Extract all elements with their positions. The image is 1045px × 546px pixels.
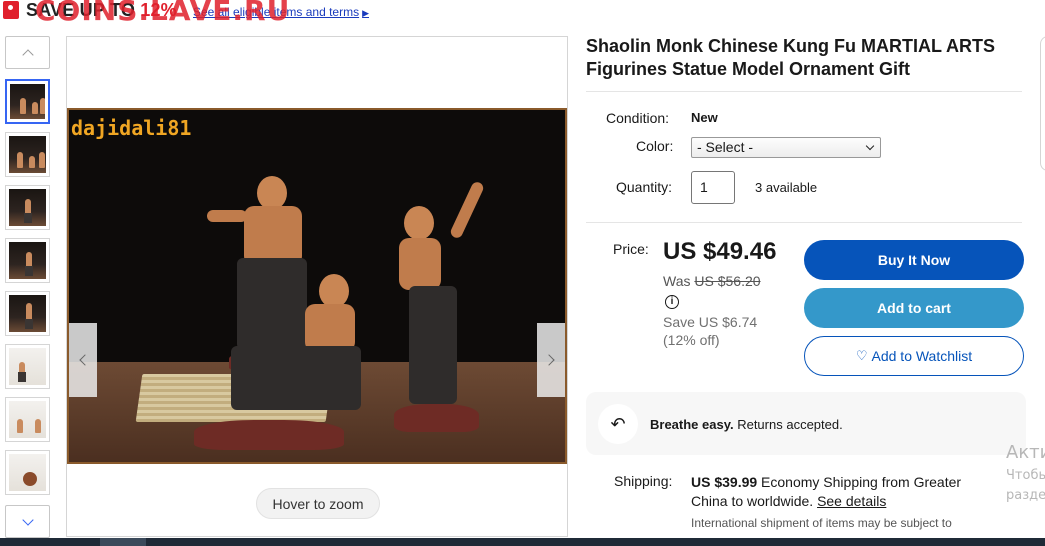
add-to-cart-button[interactable]: Add to cart: [804, 288, 1024, 328]
windows-activation-line-1: Акти: [1006, 442, 1045, 463]
quantity-label: Quantity:: [616, 179, 673, 195]
sale-tag-icon: [3, 1, 19, 19]
condition-value: New: [691, 110, 718, 125]
thumbnail-image: [9, 189, 46, 226]
thumbnail-4[interactable]: [5, 238, 50, 283]
main-image-viewer[interactable]: dajidali81 Hover to zoom: [66, 36, 568, 537]
thumbnail-6[interactable]: [5, 344, 50, 389]
thumbs-scroll-up-button[interactable]: [5, 36, 50, 69]
add-to-watchlist-button[interactable]: ♡ Add to Watchlist: [804, 336, 1024, 376]
quantity-input[interactable]: 1: [691, 171, 735, 204]
thumbnail-strip: [5, 36, 50, 538]
thumbnail-image: [9, 242, 46, 279]
buy-it-now-button[interactable]: Buy It Now: [804, 240, 1024, 280]
savings-note: Save US $6.74 (12% off): [663, 314, 758, 348]
taskbar-item[interactable]: [100, 538, 146, 546]
side-panel-edge: [1040, 36, 1045, 171]
chevron-right-icon: [543, 354, 555, 366]
heart-icon: ♡: [855, 348, 868, 363]
price-value: US $49.46: [663, 238, 777, 265]
thumbnail-7[interactable]: [5, 397, 50, 442]
thumbnail-image: [9, 348, 46, 385]
available-count: 3 available: [755, 180, 818, 195]
returns-banner: ↶ Breathe easy. Returns accepted.: [586, 392, 1026, 455]
return-arrow-icon: ↶: [598, 404, 638, 444]
thumbnail-image: [9, 295, 46, 332]
price-label: Price:: [613, 241, 649, 257]
shipping-details: US $39.99 Economy Shipping from Greater …: [691, 474, 962, 509]
thumbnail-image: [10, 84, 45, 119]
windows-activation-line-2: Чтобы: [1006, 468, 1045, 483]
product-photo: dajidali81: [67, 108, 567, 464]
chevron-down-icon: [865, 141, 875, 151]
site-watermark: COINS.LAVE.RU: [35, 0, 291, 27]
divider: [586, 91, 1022, 92]
chevron-left-icon: [79, 354, 91, 366]
shipping-label: Shipping:: [614, 473, 673, 489]
thumbnail-3[interactable]: [5, 185, 50, 230]
thumbnail-2[interactable]: [5, 132, 50, 177]
thumbs-scroll-down-button[interactable]: [5, 505, 50, 538]
chevron-up-icon: [21, 48, 34, 61]
thumbnail-image: [9, 401, 46, 438]
thumbnail-1[interactable]: [5, 79, 50, 124]
returns-text: Breathe easy. Returns accepted.: [650, 417, 843, 432]
thumbnail-image: [9, 454, 46, 491]
previous-image-button[interactable]: [69, 323, 97, 397]
product-title: Shaolin Monk Chinese Kung Fu MARTIAL ART…: [586, 36, 995, 79]
color-label: Color:: [636, 138, 674, 154]
color-select[interactable]: - Select -: [691, 137, 881, 158]
thumbnail-image: [9, 136, 46, 173]
chevron-down-icon: [21, 513, 34, 526]
condition-label: Condition:: [606, 110, 670, 126]
hover-to-zoom-button[interactable]: Hover to zoom: [256, 488, 380, 519]
image-watermark: dajidali81: [71, 116, 192, 140]
play-arrow-icon: ▶: [362, 8, 369, 18]
divider: [586, 222, 1022, 223]
taskbar: [0, 538, 1045, 546]
see-details-link[interactable]: See details: [817, 493, 886, 509]
info-icon[interactable]: i: [665, 295, 679, 309]
thumbnail-8[interactable]: [5, 450, 50, 495]
next-image-button[interactable]: [537, 323, 565, 397]
shipping-note: International shipment of items may be s…: [691, 516, 952, 530]
was-price: Was US $56.20: [663, 273, 761, 289]
windows-activation-line-3: разде: [1006, 488, 1045, 503]
thumbnail-5[interactable]: [5, 291, 50, 336]
